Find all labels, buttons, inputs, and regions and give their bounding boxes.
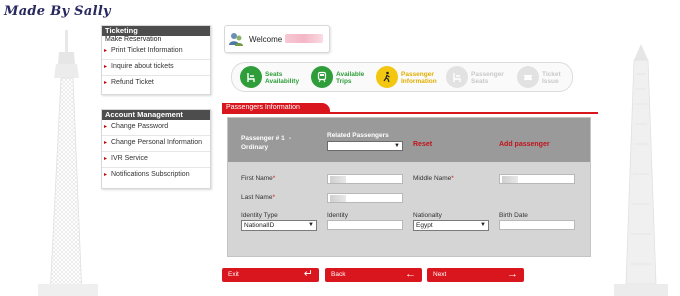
identity-type-select[interactable]: NationalID ▼ — [241, 220, 317, 231]
arrow-left-icon: ← — [405, 268, 416, 280]
passenger-header: Passenger # 1 - Ordinary Related Passeng… — [228, 118, 590, 162]
step-ticket-issue[interactable]: Ticket Issue — [517, 66, 569, 90]
back-label: Back — [331, 271, 346, 278]
step-passenger-information[interactable]: Passenger Information — [376, 66, 442, 90]
welcome-label: Welcome — [249, 35, 283, 44]
sidebar-item-refund-ticket[interactable]: Refund Ticket — [102, 76, 210, 92]
first-name-input[interactable] — [327, 174, 403, 184]
ticketing-title: Ticketing — [102, 26, 210, 36]
train-icon — [311, 66, 333, 88]
sidebar-item-ivr-service[interactable]: IVR Service — [102, 152, 210, 168]
step-seats-availability[interactable]: Seats Availability — [240, 66, 302, 90]
passenger-heading: Passenger # 1 — [241, 135, 285, 142]
account-management-panel: Account Management Change Password Chang… — [101, 109, 211, 189]
step-available-trips[interactable]: Available Trips — [311, 66, 373, 90]
passenger-type: Ordinary — [241, 144, 269, 151]
users-icon — [229, 33, 243, 46]
nationality-value: Egypt — [416, 222, 433, 229]
next-button[interactable]: Next → — [427, 268, 524, 282]
sidebar-item-inquire-tickets[interactable]: Inquire about tickets — [102, 60, 210, 76]
related-passengers-select[interactable]: ▼ — [327, 141, 403, 151]
sidebar-item-notifications[interactable]: Notifications Subscription — [102, 168, 210, 184]
arrow-right-icon: → — [507, 268, 518, 280]
step-label: Ticket Issue — [542, 71, 561, 85]
step-label: Passenger Information — [401, 71, 437, 85]
redacted-value — [502, 176, 518, 183]
step-passenger-seats[interactable]: Passenger Seats — [446, 66, 508, 90]
sidebar-item-change-personal-info[interactable]: Change Personal Information — [102, 136, 210, 152]
sidebar-item-print-ticket[interactable]: Print Ticket Information — [102, 44, 210, 60]
obelisk-illustration — [614, 44, 668, 296]
birth-date-label: Birth Date — [499, 212, 528, 219]
seat-icon — [446, 66, 468, 88]
exit-label: Exit — [228, 271, 239, 278]
identity-type-label: Identity Type — [241, 212, 278, 219]
passenger-separator: - — [289, 135, 292, 142]
welcome-box: Welcome — [224, 25, 330, 53]
middle-name-input[interactable] — [499, 174, 575, 184]
page: Made By Sally Ticketing Make Reservation… — [0, 0, 680, 296]
passenger-form-panel: Passenger # 1 - Ordinary Related Passeng… — [227, 117, 591, 257]
chevron-down-icon: ▼ — [480, 222, 486, 228]
redacted-value — [330, 195, 346, 202]
ticket-icon — [517, 66, 539, 88]
last-name-label: Last Name* — [241, 194, 275, 201]
identity-input[interactable] — [327, 220, 403, 230]
first-name-label: First Name* — [241, 175, 276, 182]
nationality-select[interactable]: Egypt ▼ — [413, 220, 489, 231]
chevron-down-icon: ▼ — [394, 143, 400, 149]
booking-steps: Seats Availability Available Trips Passe… — [231, 62, 573, 92]
reset-link[interactable]: Reset — [413, 141, 432, 148]
redacted-value — [330, 176, 346, 183]
last-name-input[interactable] — [327, 193, 403, 203]
step-label: Passenger Seats — [471, 71, 504, 85]
return-arrow-icon: ↵ — [303, 268, 313, 280]
step-label: Available Trips — [336, 71, 365, 85]
cairo-tower-illustration — [38, 30, 98, 296]
middle-name-label: Middle Name* — [413, 175, 454, 182]
related-passengers-label: Related Passengers — [327, 132, 389, 139]
identity-label: Identity — [327, 212, 348, 219]
walking-person-icon — [376, 66, 398, 88]
watermark: Made By Sally — [4, 4, 111, 19]
ticketing-panel: Ticketing Make Reservation Print Ticket … — [101, 25, 211, 95]
step-label: Seats Availability — [265, 71, 300, 85]
nationality-label: Nationalty — [413, 212, 442, 219]
make-reservation-link[interactable]: Make Reservation — [102, 36, 210, 44]
back-button[interactable]: Back ← — [325, 268, 422, 282]
seat-icon — [240, 66, 262, 88]
birth-date-input[interactable] — [499, 220, 575, 230]
section-divider — [222, 112, 598, 114]
exit-button[interactable]: Exit ↵ — [222, 268, 319, 282]
sidebar-item-change-password[interactable]: Change Password — [102, 120, 210, 136]
user-name-redacted — [285, 34, 323, 43]
chevron-down-icon: ▼ — [308, 222, 314, 228]
next-label: Next — [433, 271, 447, 278]
account-management-title: Account Management — [102, 110, 210, 120]
add-passenger-link[interactable]: Add passenger — [499, 141, 550, 148]
identity-type-value: NationalID — [244, 222, 275, 229]
